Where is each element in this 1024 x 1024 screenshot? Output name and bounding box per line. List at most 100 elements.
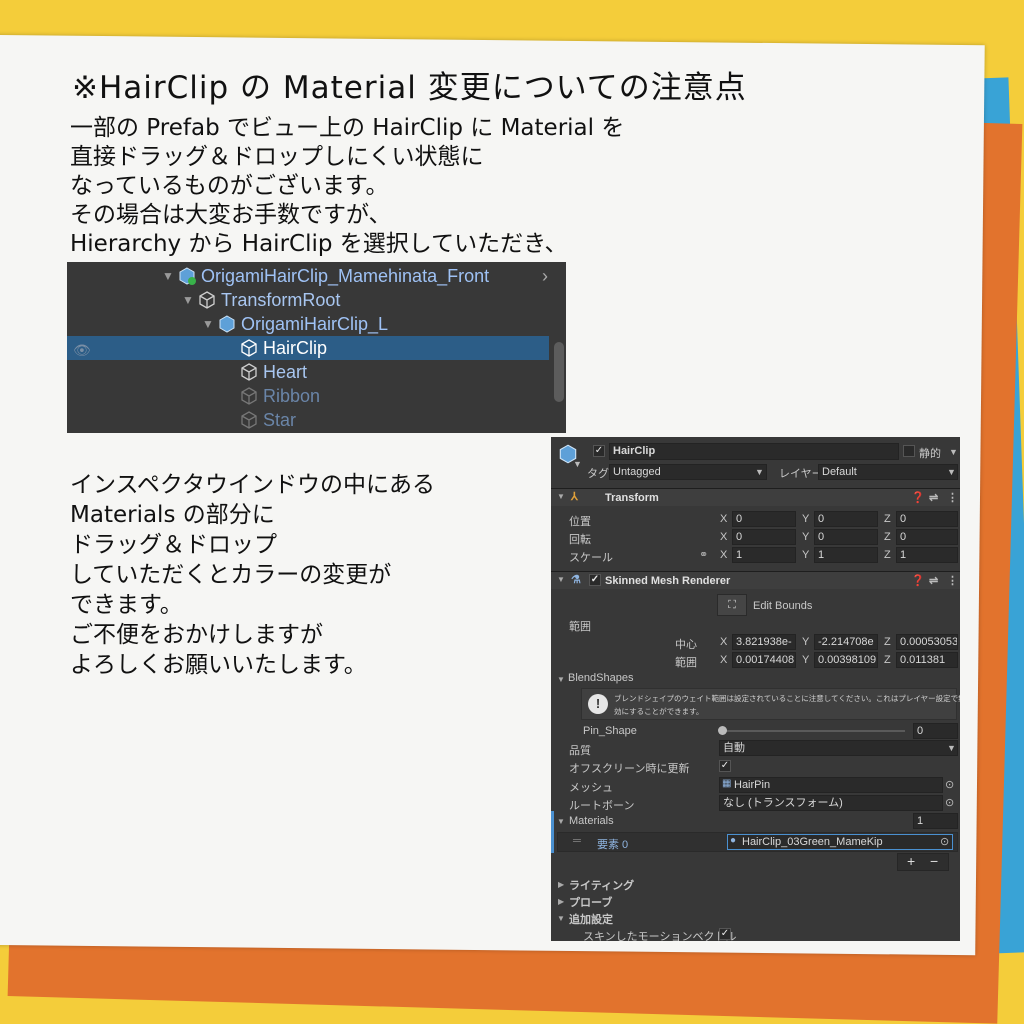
rootbone-field[interactable]: なし (トランスフォーム) (719, 795, 943, 811)
bounds-label: 範囲 (569, 621, 591, 633)
object-picker-icon[interactable]: ⊙ (945, 778, 954, 791)
foldout-arrow-icon[interactable]: ▼ (557, 914, 565, 923)
pin-shape-slider-thumb[interactable] (718, 726, 727, 735)
help-icon[interactable]: ❓ (911, 574, 925, 587)
mesh-field[interactable]: HairPin (719, 777, 943, 793)
pin-shape-input[interactable]: 0 (913, 723, 958, 739)
rotation-z-input[interactable]: 0 (896, 529, 958, 545)
foldout-arrow-icon[interactable]: ▼ (557, 675, 565, 684)
offscreen-checkbox[interactable]: ✓ (719, 760, 731, 772)
scale-y-input[interactable]: 1 (814, 547, 878, 563)
foldout-arrow-icon[interactable]: ▼ (557, 817, 565, 826)
settings-icon[interactable]: ⇌ (929, 574, 938, 587)
scale-label: スケール (569, 552, 613, 564)
hierarchy-item-heart[interactable]: Heart (67, 360, 552, 384)
gameobject-cube-icon (241, 363, 257, 381)
settings-icon[interactable]: ⇌ (929, 491, 938, 504)
link-icon[interactable]: ⚭ (699, 548, 708, 561)
skinned-motion-checkbox[interactable]: ✓ (719, 928, 731, 940)
additional-settings-label[interactable]: 追加設定 (569, 911, 613, 927)
chevron-right-icon[interactable]: › (542, 266, 548, 287)
chevron-down-icon: ▼ (755, 467, 764, 477)
remove-element-button[interactable]: − (930, 853, 938, 869)
transform-header[interactable]: ▼ ⅄ Transform ❓ ⇌ ⋮ (551, 488, 960, 506)
intro-line: 直接ドラッグ＆ドロップしにくい状態に (70, 144, 484, 170)
foldout-arrow-icon[interactable]: ▶ (558, 897, 564, 906)
blendshapes-label[interactable]: BlendShapes (568, 672, 633, 684)
active-checkbox[interactable]: ✓ (593, 445, 605, 457)
hierarchy-item-star[interactable]: Star (67, 408, 552, 432)
chevron-down-icon[interactable]: ▼ (949, 447, 958, 457)
expand-arrow-icon[interactable]: ▼ (199, 317, 217, 331)
transform-icon: ⅄ (571, 491, 578, 503)
materials-label[interactable]: Materials (569, 815, 614, 827)
quality-dropdown[interactable]: 自動 (719, 740, 958, 756)
extent-x-input[interactable]: 0.00174408 (732, 652, 796, 668)
hierarchy-item-transformroot[interactable]: ▼ TransformRoot (67, 288, 552, 312)
static-label: 静的 (919, 448, 941, 460)
instruction-text: インスペクタウインドウの中にある Materials の部分に ドラッグ＆ドロッ… (70, 470, 435, 680)
layer-dropdown[interactable]: Default (818, 464, 958, 480)
visibility-eye-icon[interactable]: 👁 (73, 342, 91, 359)
smr-enabled-checkbox[interactable]: ✓ (589, 574, 601, 586)
axis-x-label: X (720, 636, 728, 648)
hierarchy-item-clip-l[interactable]: ▼ OrigamiHairClip_L (67, 312, 552, 336)
static-checkbox[interactable] (903, 445, 915, 457)
more-icon[interactable]: ⋮ (947, 491, 958, 504)
list-buttons (897, 853, 949, 871)
center-y-input[interactable]: -2.214708e (814, 634, 878, 650)
instruction-line: ご不便をおかけしますが (70, 622, 323, 648)
foldout-arrow-icon[interactable]: ▼ (557, 575, 565, 584)
material-element-field[interactable]: HairClip_03Green_MameKip (727, 834, 953, 850)
pin-shape-slider-track[interactable] (723, 730, 905, 732)
instruction-line: できます。 (70, 592, 183, 618)
scale-x-input[interactable]: 1 (732, 547, 796, 563)
hierarchy-item-hairclip[interactable]: HairClip (67, 336, 549, 360)
mesh-renderer-icon: ⚗ (571, 574, 581, 586)
object-picker-icon[interactable]: ⊙ (940, 835, 949, 848)
hierarchy-item-ribbon[interactable]: Ribbon (67, 384, 552, 408)
extent-y-input[interactable]: 0.00398109 (814, 652, 878, 668)
extent-z-input[interactable]: 0.011381 (896, 652, 958, 668)
hierarchy-item-label: Star (263, 409, 297, 430)
position-x-input[interactable]: 0 (732, 511, 796, 527)
drag-handle-icon[interactable]: ═ (573, 835, 581, 847)
prefab-cube-icon (219, 315, 235, 333)
center-z-input[interactable]: 0.00053053 (896, 634, 958, 650)
position-z-input[interactable]: 0 (896, 511, 958, 527)
lighting-label[interactable]: ライティング (569, 877, 634, 893)
position-y-input[interactable]: 0 (814, 511, 878, 527)
tag-dropdown[interactable]: Untagged (609, 464, 767, 480)
more-icon[interactable]: ⋮ (947, 574, 958, 587)
foldout-arrow-icon[interactable]: ▶ (558, 880, 564, 889)
scrollbar-thumb[interactable] (554, 342, 564, 402)
edit-bounds-icon[interactable]: ⛶ (717, 594, 747, 616)
chevron-down-icon[interactable]: ▼ (573, 459, 582, 469)
expand-arrow-icon[interactable]: ▼ (159, 269, 177, 283)
axis-z-label: Z (884, 654, 891, 666)
add-element-button[interactable]: + (907, 853, 915, 869)
object-name-input[interactable]: HairClip (609, 443, 899, 460)
rotation-x-input[interactable]: 0 (732, 529, 796, 545)
foldout-arrow-icon[interactable]: ▼ (557, 492, 565, 501)
axis-z-label: Z (884, 513, 891, 525)
center-label: 中心 (675, 639, 697, 651)
axis-y-label: Y (802, 636, 810, 648)
rotation-y-input[interactable]: 0 (814, 529, 878, 545)
warning-text: 効にすることができます。 (614, 707, 704, 716)
element-label: 要素 0 (597, 839, 629, 851)
axis-y-label: Y (802, 531, 810, 543)
hierarchy-item-front[interactable]: ▼ OrigamiHairClip_Mamehinata_Front (67, 264, 552, 288)
rotation-label: 回転 (569, 534, 591, 546)
smr-header[interactable]: ▼ ⚗ ✓ Skinned Mesh Renderer ❓ ⇌ ⋮ (551, 571, 960, 589)
scale-z-input[interactable]: 1 (896, 547, 958, 563)
material-icon: ● (730, 835, 737, 846)
materials-count-input[interactable]: 1 (913, 813, 958, 829)
center-x-input[interactable]: 3.821938e- (732, 634, 796, 650)
help-icon[interactable]: ❓ (911, 491, 925, 504)
probe-label[interactable]: プローブ (569, 894, 612, 910)
expand-arrow-icon[interactable]: ▼ (179, 293, 197, 307)
object-picker-icon[interactable]: ⊙ (945, 796, 954, 809)
instruction-line: よろしくお願いいたします。 (70, 652, 367, 678)
hierarchy-item-label: TransformRoot (221, 289, 341, 310)
